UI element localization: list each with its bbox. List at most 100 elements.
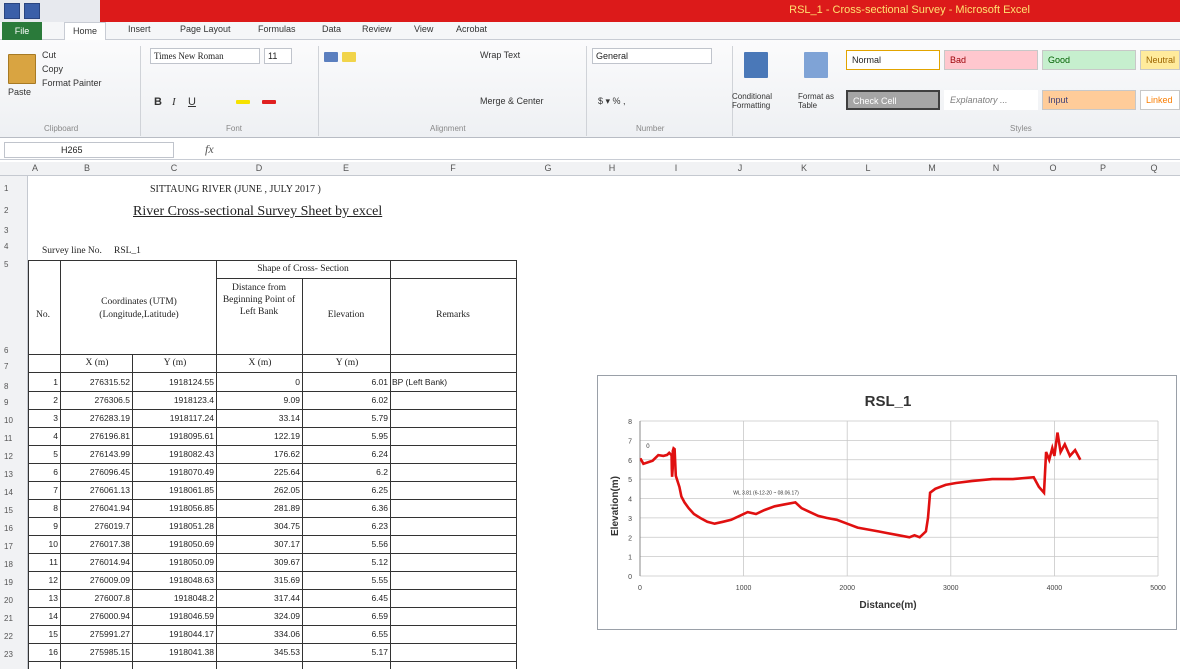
column-header[interactable]: D bbox=[216, 163, 302, 173]
row-distance[interactable]: 324.09 bbox=[218, 611, 300, 621]
tab-review[interactable]: Review bbox=[362, 24, 392, 34]
conditional-formatting-button[interactable]: Conditional Formatting bbox=[732, 92, 792, 110]
row-y[interactable]: 1918050.09 bbox=[134, 557, 214, 567]
row-y[interactable]: 1918082.43 bbox=[134, 449, 214, 459]
merge-center-button[interactable]: Merge & Center bbox=[480, 96, 544, 106]
column-header[interactable]: H bbox=[580, 163, 644, 173]
row-header[interactable]: 15 bbox=[0, 506, 28, 515]
style-bad[interactable]: Bad bbox=[944, 50, 1038, 70]
column-header[interactable]: P bbox=[1078, 163, 1128, 173]
tab-file[interactable]: File bbox=[2, 22, 42, 40]
font-size-dropdown[interactable]: 11 bbox=[264, 48, 292, 64]
row-x[interactable]: 276019.7 bbox=[62, 521, 130, 531]
paste-button[interactable]: Paste bbox=[8, 87, 31, 97]
style-good[interactable]: Good bbox=[1042, 50, 1136, 70]
row-y[interactable]: 1918070.49 bbox=[134, 467, 214, 477]
row-x[interactable]: 276017.38 bbox=[62, 539, 130, 549]
row-elevation[interactable]: 6.59 bbox=[304, 611, 388, 621]
row-no[interactable]: 2 bbox=[30, 395, 58, 405]
row-header[interactable]: 18 bbox=[0, 560, 28, 569]
excel-app-icon[interactable] bbox=[4, 3, 20, 19]
column-header[interactable]: F bbox=[390, 163, 516, 173]
tab-view[interactable]: View bbox=[414, 24, 433, 34]
row-elevation[interactable]: 6.45 bbox=[304, 593, 388, 603]
row-elevation[interactable]: 6.01 bbox=[304, 377, 388, 387]
copy-button[interactable]: Copy bbox=[42, 64, 63, 74]
row-header[interactable]: 22 bbox=[0, 632, 28, 641]
row-x[interactable]: 276014.94 bbox=[62, 557, 130, 567]
column-header[interactable]: N bbox=[964, 163, 1028, 173]
align-middle-icon[interactable] bbox=[342, 52, 356, 62]
row-x[interactable]: 276061.13 bbox=[62, 485, 130, 495]
row-x[interactable]: 276196.81 bbox=[62, 431, 130, 441]
row-no[interactable]: 6 bbox=[30, 467, 58, 477]
row-no[interactable]: 15 bbox=[30, 629, 58, 639]
cut-button[interactable]: Cut bbox=[42, 50, 56, 60]
tab-acrobat[interactable]: Acrobat bbox=[456, 24, 487, 34]
row-header[interactable]: 10 bbox=[0, 416, 28, 425]
align-top-icon[interactable] bbox=[324, 52, 338, 62]
row-y[interactable]: 1918056.85 bbox=[134, 503, 214, 513]
row-distance[interactable]: 176.62 bbox=[218, 449, 300, 459]
row-distance[interactable]: 225.64 bbox=[218, 467, 300, 477]
row-header[interactable]: 6 bbox=[0, 346, 28, 355]
formula-input[interactable] bbox=[225, 142, 1165, 158]
row-no[interactable]: 11 bbox=[30, 557, 58, 567]
row-y[interactable]: 1918041.38 bbox=[134, 647, 214, 657]
style-normal[interactable]: Normal bbox=[846, 50, 940, 70]
style-explanatory[interactable]: Explanatory ... bbox=[944, 90, 1038, 110]
row-y[interactable]: 1918117.24 bbox=[134, 413, 214, 423]
row-distance[interactable]: 309.67 bbox=[218, 557, 300, 567]
wrap-text-button[interactable]: Wrap Text bbox=[480, 50, 520, 60]
bold-button[interactable]: B bbox=[154, 96, 162, 108]
row-distance[interactable]: 0 bbox=[218, 377, 300, 387]
column-header[interactable]: M bbox=[900, 163, 964, 173]
row-header[interactable]: 11 bbox=[0, 434, 28, 443]
row-header[interactable]: 21 bbox=[0, 614, 28, 623]
row-no[interactable]: 13 bbox=[30, 593, 58, 603]
row-header[interactable]: 9 bbox=[0, 398, 28, 407]
row-no[interactable]: 8 bbox=[30, 503, 58, 513]
row-header[interactable]: 12 bbox=[0, 452, 28, 461]
row-y[interactable]: 1918051.28 bbox=[134, 521, 214, 531]
row-elevation[interactable]: 5.12 bbox=[304, 557, 388, 567]
row-y[interactable]: 1918048.2 bbox=[134, 593, 214, 603]
row-x[interactable]: 275991.27 bbox=[62, 629, 130, 639]
row-no[interactable]: 9 bbox=[30, 521, 58, 531]
row-elevation[interactable]: 6.55 bbox=[304, 629, 388, 639]
row-y[interactable]: 1918061.85 bbox=[134, 485, 214, 495]
row-elevation[interactable]: 6.02 bbox=[304, 395, 388, 405]
row-x[interactable]: 276143.99 bbox=[62, 449, 130, 459]
row-y[interactable]: 1918044.17 bbox=[134, 629, 214, 639]
number-format-dropdown[interactable]: General bbox=[592, 48, 712, 64]
row-no[interactable]: 14 bbox=[30, 611, 58, 621]
row-header[interactable]: 8 bbox=[0, 382, 28, 391]
format-painter-button[interactable]: Format Painter bbox=[42, 78, 102, 88]
row-elevation[interactable]: 6.25 bbox=[304, 485, 388, 495]
column-header[interactable]: B bbox=[42, 163, 132, 173]
row-x[interactable]: 276000.94 bbox=[62, 611, 130, 621]
format-table-icon[interactable] bbox=[804, 52, 828, 78]
style-check-cell[interactable]: Check Cell bbox=[846, 90, 940, 110]
column-header[interactable]: K bbox=[772, 163, 836, 173]
row-elevation[interactable]: 6.24 bbox=[304, 449, 388, 459]
tab-data[interactable]: Data bbox=[322, 24, 341, 34]
fill-color-icon[interactable] bbox=[236, 100, 250, 104]
row-distance[interactable]: 304.75 bbox=[218, 521, 300, 531]
row-x[interactable]: 276306.5 bbox=[62, 395, 130, 405]
row-elevation[interactable]: 5.17 bbox=[304, 647, 388, 657]
row-no[interactable]: 3 bbox=[30, 413, 58, 423]
row-no[interactable]: 7 bbox=[30, 485, 58, 495]
row-distance[interactable]: 345.53 bbox=[218, 647, 300, 657]
column-header[interactable]: A bbox=[28, 163, 42, 173]
row-elevation[interactable]: 5.79 bbox=[304, 413, 388, 423]
row-elevation[interactable]: 5.56 bbox=[304, 539, 388, 549]
row-x[interactable]: 276283.19 bbox=[62, 413, 130, 423]
row-header[interactable]: 16 bbox=[0, 524, 28, 533]
name-box[interactable]: H265 bbox=[4, 142, 174, 158]
column-header[interactable]: Q bbox=[1128, 163, 1180, 173]
row-elevation[interactable]: 5.55 bbox=[304, 575, 388, 585]
row-distance[interactable]: 122.19 bbox=[218, 431, 300, 441]
italic-button[interactable]: I bbox=[172, 96, 176, 108]
row-no[interactable]: 1 bbox=[30, 377, 58, 387]
